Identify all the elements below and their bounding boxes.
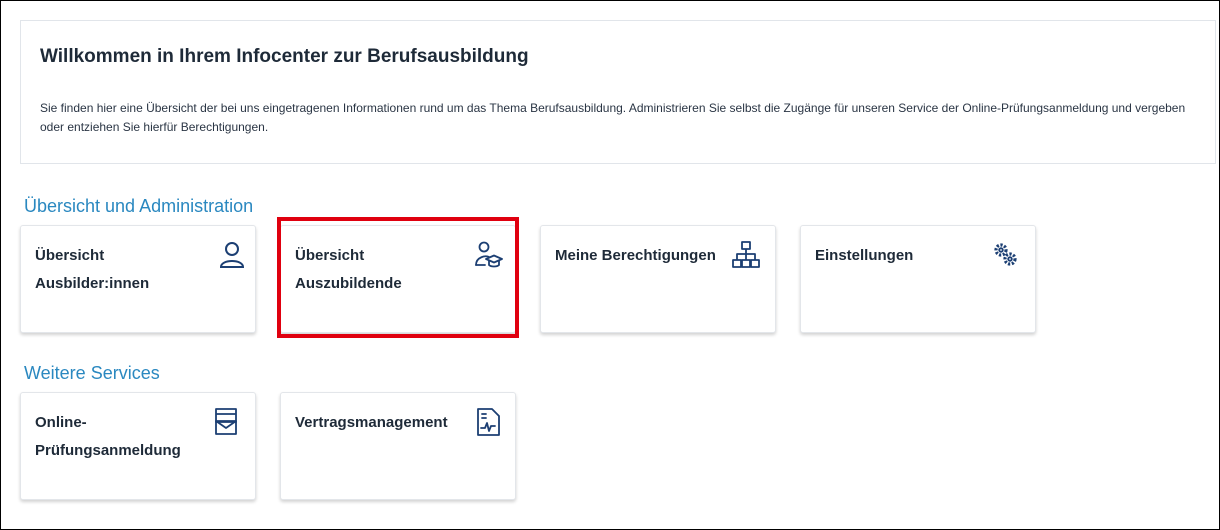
tile-label: Einstellungen	[815, 247, 914, 264]
tile-label: Übersicht Ausbilder:innen	[35, 247, 150, 292]
contract-document-icon	[473, 407, 503, 437]
tile-label: Übersicht Auszubildende	[295, 247, 402, 292]
page-frame: Willkommen in Ihrem Infocenter zur Beruf…	[0, 0, 1220, 530]
tile-label: Vertragsmanagement	[295, 414, 448, 431]
tile-label: Online-Prüfungsanmeldung	[35, 414, 181, 459]
tile-trainees-overview[interactable]: Übersicht Auszubildende	[280, 225, 516, 333]
tile-online-exam-registration[interactable]: Online-Prüfungsanmeldung	[20, 392, 256, 500]
section-heading-overview: Übersicht und Administration	[24, 196, 254, 216]
org-chart-icon	[731, 240, 761, 270]
gears-icon	[991, 240, 1021, 270]
trainee-graduate-icon	[473, 240, 503, 270]
tile-trainers-overview[interactable]: Übersicht Ausbilder:innen	[20, 225, 256, 333]
tile-contract-management[interactable]: Vertragsmanagement	[280, 392, 516, 500]
person-icon	[217, 240, 247, 270]
tile-my-permissions[interactable]: Meine Berechtigungen	[540, 225, 776, 333]
tile-label: Meine Berechtigungen	[555, 247, 716, 264]
section-heading-services: Weitere Services	[24, 363, 160, 383]
page-title: Willkommen in Ihrem Infocenter zur Beruf…	[40, 46, 529, 67]
welcome-panel: Willkommen in Ihrem Infocenter zur Beruf…	[20, 20, 1216, 164]
welcome-description: Sie finden hier eine Übersicht der bei u…	[40, 101, 1186, 134]
mail-form-icon	[211, 407, 241, 437]
tile-settings[interactable]: Einstellungen	[800, 225, 1036, 333]
